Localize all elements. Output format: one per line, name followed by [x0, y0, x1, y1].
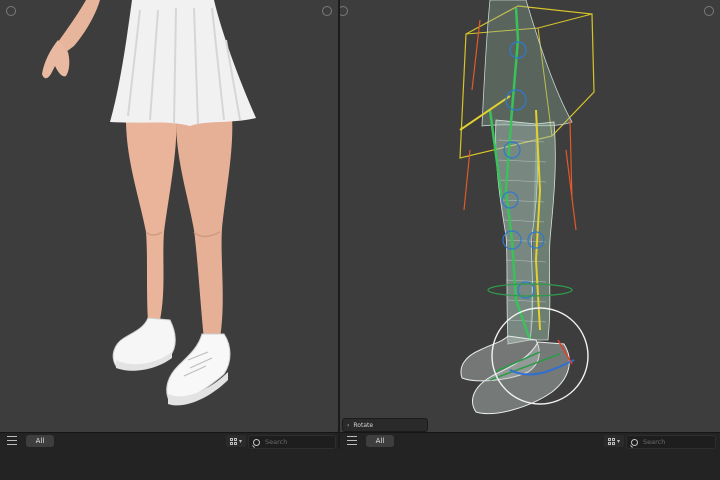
right-leg [176, 116, 233, 340]
viewport-left[interactable] [0, 0, 338, 432]
operator-label: Rotate [353, 422, 374, 429]
filter-tab-all[interactable]: All [26, 435, 54, 447]
arm [58, 0, 100, 52]
search-icon [253, 438, 260, 446]
search-placeholder: Search [265, 438, 288, 446]
armature-wireframe [459, 0, 595, 415]
view-toggle-button[interactable]: ▾ [226, 435, 246, 447]
skirt-mesh [481, 0, 573, 127]
left-leg [126, 120, 177, 322]
character-render [42, 0, 256, 406]
search-field[interactable]: Search [626, 435, 716, 449]
viewport-header-left: All ▾ Search [0, 432, 338, 449]
search-placeholder: Search [643, 438, 666, 446]
grid-view-icon [607, 437, 615, 445]
chevron-right-icon: › [347, 422, 350, 429]
filter-tab-all[interactable]: All [366, 435, 394, 447]
hamburger-icon[interactable] [7, 436, 17, 445]
skirt [110, 0, 256, 126]
grid-view-icon [229, 437, 237, 445]
viewport-header-right: All ▾ Search [340, 432, 720, 449]
status-bar [0, 449, 720, 480]
search-field[interactable]: Search [248, 435, 336, 449]
chevron-down-icon: ▾ [238, 437, 242, 445]
viewport-right[interactable] [340, 0, 720, 432]
chevron-down-icon: ▾ [616, 437, 620, 445]
hamburger-icon[interactable] [347, 436, 357, 445]
right-sneaker [166, 333, 231, 403]
operator-panel-rotate[interactable]: › Rotate [342, 418, 428, 432]
view-toggle-button[interactable]: ▾ [604, 435, 624, 447]
search-icon [631, 438, 638, 446]
